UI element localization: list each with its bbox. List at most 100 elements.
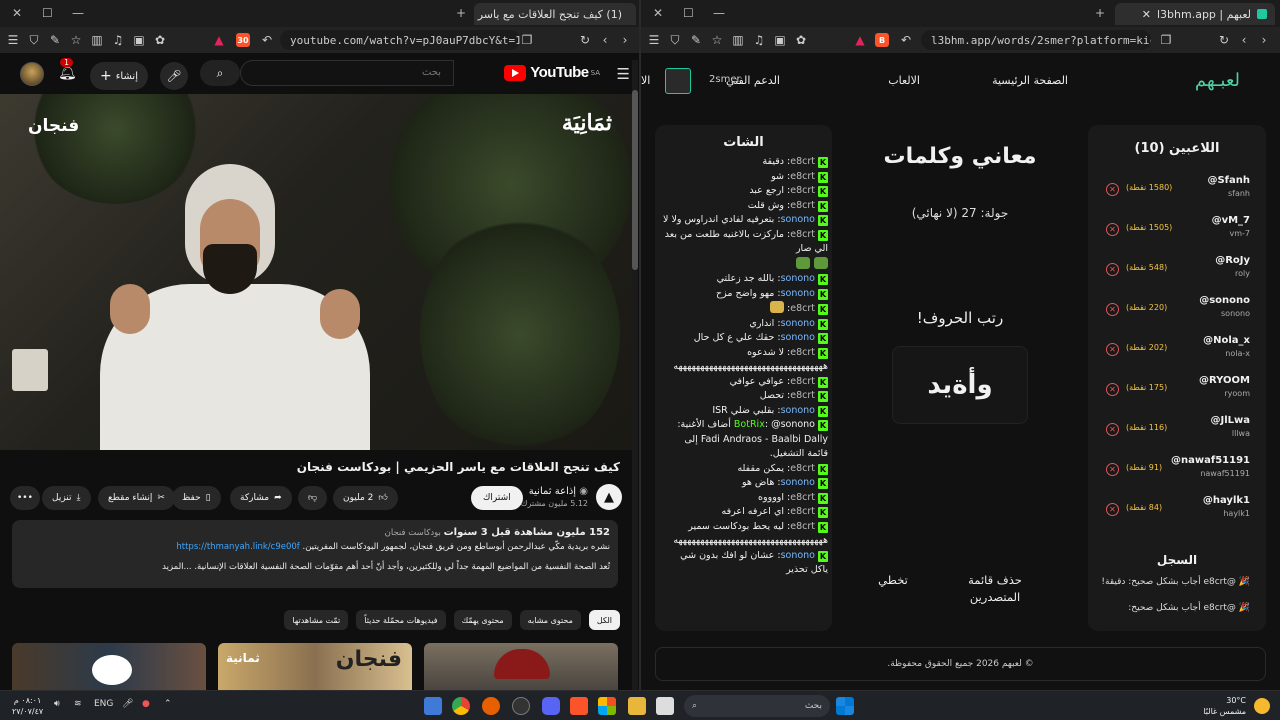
weather-widget[interactable]: 30°C مشمس غالبًا [1203, 695, 1246, 717]
chat-username[interactable]: sonono [781, 318, 815, 329]
menu-icon[interactable]: ☰ [647, 33, 661, 47]
start-icon[interactable] [836, 697, 854, 715]
extension-icon[interactable]: ✎ [48, 33, 62, 47]
address-bar[interactable]: youtube.com/watch?v=pJ0auP7dbcY&t=1... [280, 30, 520, 50]
brave-shield-icon[interactable]: B [875, 33, 889, 47]
chat-username[interactable]: sonono [781, 550, 815, 561]
chat-username[interactable]: e8crt [790, 347, 815, 358]
chat-username[interactable]: e8crt [790, 156, 815, 167]
bookmark-icon[interactable]: ❐ [520, 33, 534, 47]
screenshot-icon[interactable]: ▣ [773, 33, 787, 47]
minimize-window-icon[interactable]: — [713, 6, 725, 20]
volume-icon[interactable]: 🔊︎ [54, 699, 60, 709]
chrome-icon[interactable] [452, 697, 470, 715]
account-avatar[interactable] [20, 62, 44, 86]
discord-icon[interactable] [542, 697, 560, 715]
chip-all[interactable]: الكل [588, 610, 620, 630]
chat-username[interactable]: sonono [781, 288, 815, 299]
remove-player-icon[interactable]: ✕ [1106, 383, 1119, 396]
chat-username[interactable]: e8crt [790, 200, 815, 211]
new-tab-icon[interactable]: + [1095, 6, 1105, 20]
channel-name[interactable]: ◉ إذاعة ثمانية [529, 486, 588, 497]
remove-player-icon[interactable]: ✕ [1106, 503, 1119, 516]
chat-username[interactable]: sonono [781, 405, 815, 416]
chat-username[interactable]: sonono [781, 332, 815, 343]
voice-search-icon[interactable]: 🎤︎ [160, 62, 188, 90]
close-window-icon[interactable]: ✕ [653, 6, 663, 20]
desc-more-line[interactable]: تُعد الصحة النفسية من المواضيع المهمة جد… [20, 560, 610, 574]
firefox-icon[interactable] [482, 697, 500, 715]
bookmark-icon[interactable]: ❐ [1159, 33, 1173, 47]
triangle-icon[interactable]: ▲ [853, 33, 867, 47]
tab-l3bhm[interactable]: لعبهم | l3bhm.app ✕ [1115, 3, 1275, 25]
maximize-window-icon[interactable]: ☐ [42, 6, 53, 20]
nav-home[interactable]: الصفحة الرئيسية [992, 74, 1068, 87]
user-avatar[interactable] [665, 68, 691, 94]
tab-youtube[interactable]: (1) كيف تنجح العلاقات مع ياسر ا ✕ [474, 3, 636, 25]
sidebar-icon[interactable]: ▥ [90, 33, 104, 47]
nav-truncated[interactable]: الا [641, 74, 650, 87]
chat-username[interactable]: e8crt [790, 463, 815, 474]
remove-player-icon[interactable]: ✕ [1106, 423, 1119, 436]
shield-icon[interactable]: ⛉ [668, 33, 682, 47]
subscribe-button[interactable]: اشتراك [471, 486, 523, 510]
bookmarks-icon[interactable]: ☆ [69, 33, 83, 47]
guide-menu-icon[interactable]: ☰ [617, 65, 630, 83]
search-button[interactable]: ⌕ [200, 60, 240, 86]
remove-player-icon[interactable]: ✕ [1106, 303, 1119, 316]
tab-close-icon[interactable]: ✕ [1142, 8, 1151, 21]
more-actions-icon[interactable]: ••• [10, 486, 40, 510]
lang-indicator[interactable]: ENG [94, 699, 113, 709]
chat-username[interactable]: e8crt [790, 390, 815, 401]
chat-username[interactable]: e8crt [790, 303, 815, 314]
files-app-icon[interactable] [424, 697, 442, 715]
create-button[interactable]: + إنشاء [90, 62, 148, 90]
address-bar[interactable]: l3bhm.app/words/2smer?platform=kick [921, 30, 1151, 50]
forward-icon[interactable]: › [618, 33, 632, 47]
speedtest-icon[interactable] [512, 697, 530, 715]
chip-similar[interactable]: محتوى مشابه [519, 610, 581, 630]
wifi-icon[interactable]: ≋ [74, 699, 82, 709]
share-button[interactable]: ➦ مشاركة [230, 486, 292, 510]
maximize-window-icon[interactable]: ☐ [683, 6, 694, 20]
screenshot-icon[interactable]: ▣ [132, 33, 146, 47]
chat-username[interactable]: e8crt [790, 229, 815, 240]
chip-for-you[interactable]: محتوى يهمّك [453, 610, 512, 630]
menu-icon[interactable]: ☰ [6, 33, 20, 47]
taskbar-search[interactable]: بحث ⌕ [684, 695, 830, 717]
clip-button[interactable]: ✂ إنشاء مقطع [98, 486, 175, 510]
folder-icon[interactable] [628, 697, 646, 715]
clear-leaderboard-button[interactable]: حذف قائمة المتصدرين [959, 572, 1031, 606]
back-icon[interactable]: ‹ [598, 33, 612, 47]
chat-list[interactable]: Ke8crt: دقيقة Ke8crt: شو Ke8crt: ارجع عبد K… [661, 155, 832, 631]
reload-page-icon[interactable]: ↶ [260, 33, 274, 47]
task-view-icon[interactable] [656, 697, 674, 715]
chat-username[interactable]: sonono [781, 214, 815, 225]
taskbar-clock[interactable]: ٠٨:٠١ م ٢٧/٠٧/٤٧ [12, 695, 43, 717]
refresh-icon[interactable]: ↻ [578, 33, 592, 47]
scrollbar-thumb[interactable] [632, 90, 638, 270]
extension-icon[interactable]: ✎ [689, 33, 703, 47]
download-button[interactable]: ⤓ تنزيل [42, 486, 91, 510]
bookmarks-icon[interactable]: ☆ [710, 33, 724, 47]
shield-icon[interactable]: ⛉ [27, 33, 41, 47]
minimize-window-icon[interactable]: — [72, 6, 84, 20]
close-window-icon[interactable]: ✕ [12, 6, 22, 20]
mic-tray-icon[interactable]: 🎤︎ [122, 699, 133, 709]
chevron-up-icon[interactable]: ⌃ [164, 699, 172, 709]
save-button[interactable]: ▯ حفظ [172, 486, 221, 510]
chat-username[interactable]: e8crt [790, 492, 815, 503]
app-logo[interactable]: لعبـهم [1195, 70, 1240, 91]
recommended-thumbnail[interactable]: ثمانية فنجان [218, 643, 412, 690]
forward-icon[interactable]: › [1257, 33, 1271, 47]
remove-player-icon[interactable]: ✕ [1106, 343, 1119, 356]
reload-page-icon[interactable]: ↶ [899, 33, 913, 47]
brave-shield-icon[interactable]: 30 [236, 33, 250, 47]
remove-player-icon[interactable]: ✕ [1106, 183, 1119, 196]
chat-username[interactable]: sonono [781, 273, 815, 284]
music-icon[interactable]: ♫ [752, 33, 766, 47]
remove-player-icon[interactable]: ✕ [1106, 463, 1119, 476]
chat-username[interactable]: e8crt [790, 506, 815, 517]
brave-icon[interactable] [570, 697, 588, 715]
dislike-button[interactable]: 👎︎ [298, 486, 328, 510]
